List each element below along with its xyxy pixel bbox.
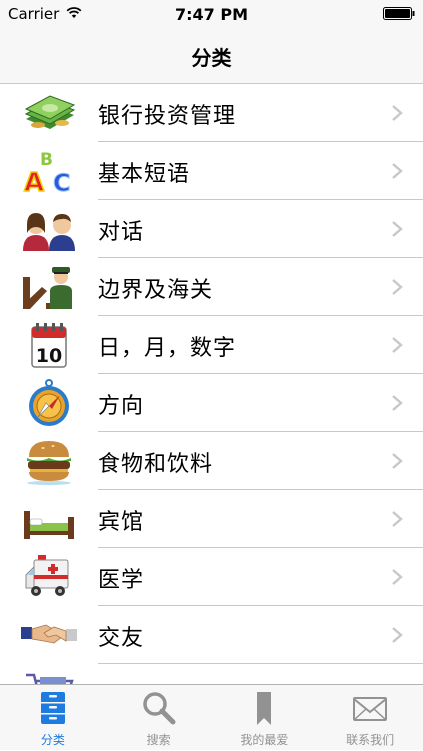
search-icon <box>142 692 176 725</box>
category-list[interactable]: 银行投资管理 B A C 基本短语 对话 边界及海关 10 日，月，数字 方向 … <box>0 84 423 684</box>
category-label: 宾馆 <box>98 510 145 535</box>
category-label: 边界及海关 <box>98 278 214 303</box>
tab-label: 联系我们 <box>346 733 395 747</box>
tab-label: 我的最爱 <box>240 733 289 747</box>
chevron-right-icon <box>392 627 403 643</box>
list-item[interactable]: 对话 <box>0 200 423 258</box>
svg-text:A: A <box>24 168 44 195</box>
chevron-right-icon <box>392 221 403 237</box>
battery-icon <box>383 7 415 20</box>
list-item[interactable]: 银行投资管理 <box>0 84 423 142</box>
money-icon <box>24 95 76 129</box>
navigation-bar: 分类 <box>0 28 423 84</box>
page-title: 分类 <box>191 46 232 70</box>
bookmark-icon <box>257 692 272 725</box>
category-label: 对话 <box>98 220 145 245</box>
chevron-right-icon <box>392 163 403 179</box>
status-bar: Carrier 7:47 PM <box>0 0 423 28</box>
list-item[interactable]: 边界及海关 <box>0 258 423 316</box>
chevron-right-icon <box>392 395 403 411</box>
list-item[interactable]: 医学 <box>0 548 423 606</box>
list-item[interactable]: 食物和饮料 <box>0 432 423 490</box>
shopping-cart-icon <box>26 673 74 684</box>
envelope-icon <box>353 697 388 721</box>
burger-icon <box>27 441 71 485</box>
category-label: 基本短语 <box>98 162 191 187</box>
chevron-right-icon <box>392 105 403 121</box>
list-item[interactable]: 方向 <box>0 374 423 432</box>
chevron-right-icon <box>392 511 403 527</box>
category-label: 方向 <box>98 394 145 419</box>
category-label: 医学 <box>98 568 145 593</box>
list-item[interactable]: 10 日，月，数字 <box>0 316 423 374</box>
tab-bar: 分类 搜索 我的最爱 联系我们 <box>0 684 423 750</box>
tab-label: 分类 <box>40 733 65 747</box>
chevron-right-icon <box>392 569 403 585</box>
handshake-icon <box>21 624 77 644</box>
tab-categories[interactable]: 分类 <box>0 685 106 751</box>
category-label: 交友 <box>98 626 145 651</box>
chevron-right-icon <box>392 337 403 353</box>
list-item[interactable]: B A C 基本短语 <box>0 142 423 200</box>
svg-text:C: C <box>53 169 71 195</box>
calendar-icon: 10 <box>31 323 67 368</box>
category-label: 食物和饮料 <box>98 452 214 477</box>
bed-icon <box>24 511 74 539</box>
people-icon <box>23 213 75 251</box>
list-item[interactable]: 交友 <box>0 606 423 664</box>
compass-icon <box>29 379 69 426</box>
tab-favorites[interactable]: 我的最爱 <box>212 685 318 751</box>
tab-search[interactable]: 搜索 <box>106 685 212 751</box>
abc-blocks-icon: B A C <box>23 150 71 195</box>
tab-label: 搜索 <box>146 733 171 747</box>
customs-officer-icon <box>23 267 72 309</box>
cabinet-icon <box>40 692 65 724</box>
status-time: 7:47 PM <box>174 5 248 24</box>
category-label: 日，月，数字 <box>98 336 237 361</box>
calendar-day: 10 <box>36 345 62 367</box>
category-label: 银行投资管理 <box>98 104 237 129</box>
chevron-right-icon <box>392 279 403 295</box>
tab-contact[interactable]: 联系我们 <box>317 685 423 751</box>
svg-text:B: B <box>40 150 53 170</box>
list-item[interactable]: 宾馆 <box>0 490 423 548</box>
ambulance-icon <box>25 555 69 596</box>
list-item-partial[interactable] <box>0 664 423 684</box>
chevron-right-icon <box>392 453 403 469</box>
